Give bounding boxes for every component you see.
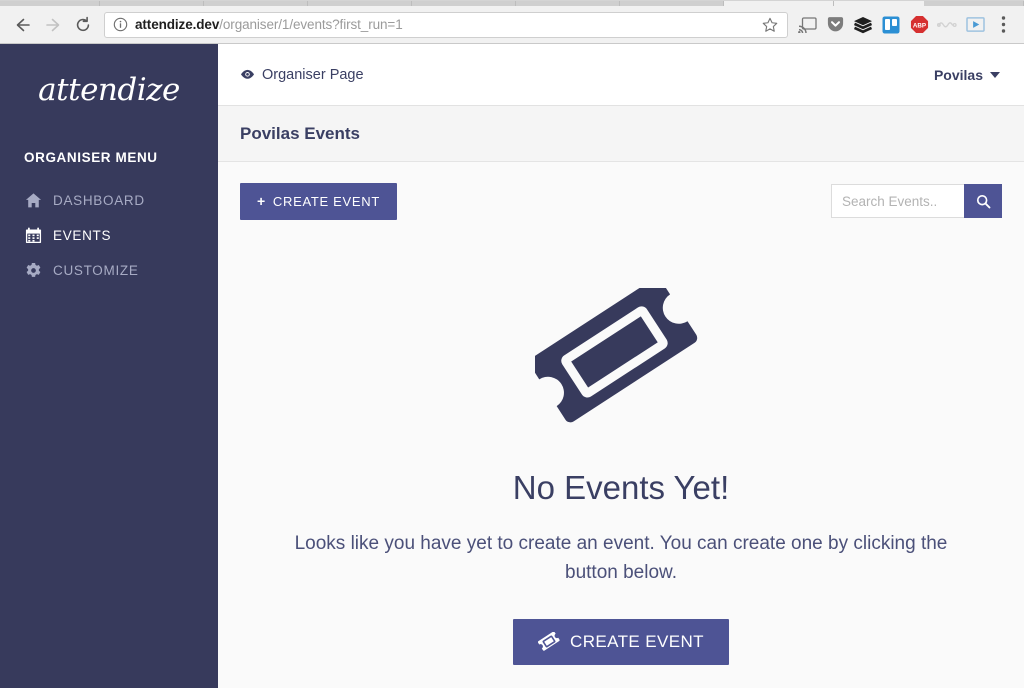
forward-arrow-icon	[46, 18, 60, 31]
plus-icon: +	[257, 193, 266, 209]
star-icon[interactable]	[761, 16, 779, 34]
app-viewport: attendize ORGANISER MENU DASHBOARD EVENT…	[0, 44, 1024, 688]
organiser-page-label: Organiser Page	[262, 66, 364, 83]
sidebar-menu-list: DASHBOARD EVENTS CUSTOMIZE	[0, 183, 218, 288]
empty-state: No Events Yet! Looks like you have yet t…	[218, 240, 1024, 688]
browser-tab[interactable]	[0, 1, 100, 6]
browser-tab[interactable]	[100, 1, 204, 6]
reload-button[interactable]	[68, 10, 98, 40]
home-icon	[22, 192, 44, 209]
url-text: attendize.dev/organiser/1/events?first_r…	[135, 17, 403, 32]
search-icon	[976, 194, 990, 208]
cast-icon[interactable]	[794, 12, 820, 38]
forward-button[interactable]	[38, 10, 68, 40]
sidebar-item-dashboard[interactable]: DASHBOARD	[0, 183, 218, 218]
browser-toolbar: attendize.dev/organiser/1/events?first_r…	[0, 6, 1024, 44]
content-toolbar: + CREATE EVENT	[218, 162, 1024, 240]
empty-state-cta-label: CREATE EVENT	[570, 631, 704, 651]
gear-icon	[22, 262, 44, 279]
new-tab-button[interactable]	[834, 1, 924, 6]
sidebar-item-label: EVENTS	[53, 228, 112, 243]
top-bar: Organiser Page Povilas	[218, 44, 1024, 106]
sidebar-menu-heading: ORGANISER MENU	[24, 150, 158, 165]
browser-tab[interactable]	[204, 1, 308, 6]
browser-tab-active[interactable]	[724, 1, 834, 6]
url-host: attendize.dev	[135, 17, 220, 32]
tab-strip	[0, 0, 1024, 6]
reload-icon	[76, 16, 90, 31]
sidebar-item-label: CUSTOMIZE	[53, 263, 139, 278]
create-event-button-label: CREATE EVENT	[272, 193, 381, 209]
sidebar-item-customize[interactable]: CUSTOMIZE	[0, 253, 218, 288]
svg-text:ABP: ABP	[912, 23, 925, 30]
main-content: Organiser Page Povilas Povilas Events + …	[218, 44, 1024, 688]
address-bar[interactable]: attendize.dev/organiser/1/events?first_r…	[104, 11, 788, 38]
user-name: Povilas	[933, 66, 983, 83]
create-event-button[interactable]: + CREATE EVENT	[240, 182, 398, 220]
browser-tab[interactable]	[308, 1, 412, 6]
sidebar: attendize ORGANISER MENU DASHBOARD EVENT…	[0, 44, 218, 688]
three-dot-menu-icon[interactable]	[990, 12, 1016, 38]
ticket-icon	[538, 632, 560, 652]
layers-icon[interactable]	[850, 12, 876, 38]
empty-state-description: Looks like you have yet to create an eve…	[294, 533, 948, 584]
video-player-icon[interactable]	[962, 12, 988, 38]
browser-window: attendize.dev/organiser/1/events?first_r…	[0, 0, 1024, 688]
page-title-bar: Povilas Events	[218, 106, 1024, 162]
organiser-page-link[interactable]: Organiser Page	[240, 67, 364, 83]
empty-state-create-event-button[interactable]: CREATE EVENT	[513, 618, 729, 665]
extension-icons: ABP	[794, 12, 1016, 38]
caret-down-icon	[990, 71, 1000, 78]
back-button[interactable]	[8, 10, 38, 40]
trello-icon[interactable]	[878, 12, 904, 38]
browser-tab[interactable]	[516, 1, 620, 6]
attendize-logo[interactable]: attendize	[0, 50, 218, 112]
pocket-icon[interactable]	[822, 12, 848, 38]
search-group	[831, 184, 1002, 218]
back-arrow-icon	[16, 18, 30, 31]
eye-icon	[240, 69, 255, 80]
search-input[interactable]	[831, 184, 964, 218]
browser-tab[interactable]	[924, 1, 1024, 6]
sidebar-item-label: DASHBOARD	[53, 193, 145, 208]
sidebar-item-events[interactable]: EVENTS	[0, 218, 218, 253]
info-circle-icon[interactable]	[113, 17, 128, 32]
browser-tab[interactable]	[620, 1, 724, 6]
adblock-plus-icon[interactable]: ABP	[906, 12, 932, 38]
faded-extension-icon[interactable]	[934, 12, 960, 38]
calendar-icon	[22, 227, 44, 244]
url-path: /organiser/1/events?first_run=1	[219, 17, 403, 32]
empty-state-title: No Events Yet!	[512, 469, 730, 506]
search-button[interactable]	[964, 184, 1002, 218]
browser-tab[interactable]	[412, 1, 516, 6]
page-title: Povilas Events	[240, 123, 361, 143]
user-menu[interactable]: Povilas	[934, 67, 1000, 83]
ticket-icon	[529, 278, 707, 441]
